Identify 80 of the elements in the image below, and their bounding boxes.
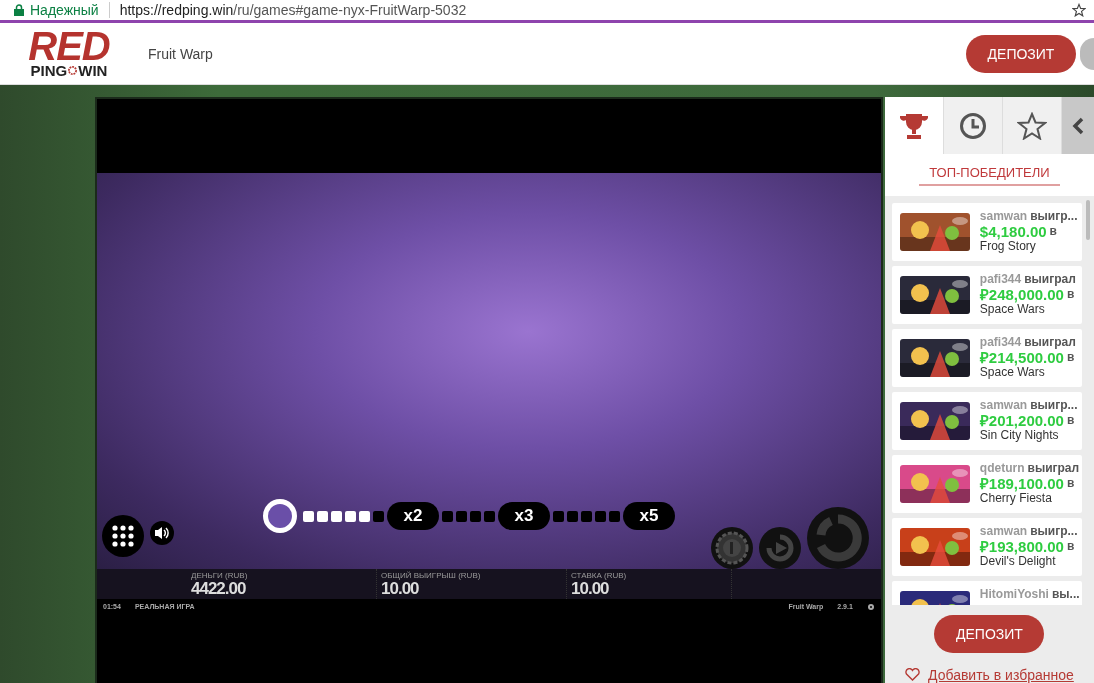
stat-label: ОБЩИЙ ВЫИГРЫШ (RUB) <box>381 571 482 580</box>
chip-icon <box>68 66 78 75</box>
won-label: выигр... <box>1030 209 1078 224</box>
game-title: Fruit Warp <box>148 45 214 62</box>
heart-icon <box>905 668 920 682</box>
game-name: Frog Story <box>979 239 1036 254</box>
game-name: Devil's Delight <box>979 554 1056 569</box>
win-amount: ₽214,500.00 <box>979 350 1064 365</box>
scrollbar-thumb[interactable] <box>1086 200 1090 240</box>
clock-icon <box>958 111 987 140</box>
win-amount: ₽189,100.00 <box>979 476 1064 491</box>
game-name: Space Wars <box>979 302 1045 317</box>
winner-card[interactable]: samwan выигр... $4,180.00 в Frog Story <box>891 203 1082 261</box>
security-label: Надежный <box>30 2 99 18</box>
stat-label: СТАВКА (RUB) <box>571 571 628 580</box>
settings-icon[interactable] <box>866 602 875 611</box>
won-label: выиграл <box>1024 272 1076 287</box>
deposit-button[interactable]: ДЕПОЗИТ <box>934 615 1045 653</box>
win-amount: ₽201,200.00 <box>979 413 1064 428</box>
stat-value: 10.00 <box>571 580 609 597</box>
user-name: pafi344 <box>979 272 1022 287</box>
speaker-icon <box>154 526 170 540</box>
section-heading: ТОП-ПОБЕДИТЕЛИ <box>919 164 1060 186</box>
sound-button[interactable] <box>150 521 174 545</box>
logo-text: WIN <box>78 62 108 79</box>
winner-card[interactable]: samwan выигр... ₽201,200.00 в Sin City Nights <box>891 392 1082 450</box>
won-label: вы... <box>1051 587 1080 602</box>
sidebar-tab[interactable] <box>884 97 944 155</box>
in-label: в <box>1066 539 1075 554</box>
winner-card[interactable]: qdeturn выиграл ₽189,100.00 в Cherry Fiesta <box>891 455 1082 513</box>
game-name: Cherry Fiesta <box>979 491 1052 506</box>
user-name: HitomiYoshi <box>979 587 1049 602</box>
user-name: samwan <box>979 524 1028 539</box>
win-amount: ₽193,800.00 <box>979 539 1064 554</box>
fruit-icon <box>262 499 297 533</box>
star-icon[interactable] <box>1072 3 1086 17</box>
grid-icon <box>112 525 134 547</box>
logo-text: PING <box>30 62 68 79</box>
user-name: samwan <box>979 398 1028 413</box>
winner-card[interactable]: samwan выигр... ₽193,800.00 в Devil's Delight <box>891 518 1082 576</box>
in-label: в <box>1049 224 1057 239</box>
win-amount: $4,180.00 <box>979 224 1047 239</box>
favorite-link[interactable]: Добавить в избранное <box>928 667 1074 683</box>
stat-value: 10.00 <box>381 580 420 597</box>
game-name: Space Wars <box>979 365 1045 380</box>
sidebar-tab[interactable] <box>943 97 1003 155</box>
chevron-left-icon <box>1072 116 1084 135</box>
menu-button[interactable] <box>102 515 144 557</box>
won-label: выиграл <box>1024 335 1076 350</box>
stat-value: 4422.00 <box>191 580 246 597</box>
star-icon <box>1016 111 1047 140</box>
multiplier-badge: x2 <box>386 502 439 530</box>
in-label: в <box>1066 287 1075 302</box>
stat-label: ДЕНЬГИ (RUB) <box>191 571 249 580</box>
coin-icon <box>714 531 749 565</box>
multiplier-badge: x3 <box>497 502 550 530</box>
won-label: выигр... <box>1030 398 1078 413</box>
user-name: qdeturn <box>979 461 1025 476</box>
deposit-button[interactable]: ДЕПОЗИТ <box>966 34 1076 73</box>
win-amount: ₽248,000.00 <box>979 287 1064 302</box>
collapse-button[interactable] <box>1062 97 1094 155</box>
multiplier-badge: x5 <box>622 502 675 530</box>
game-name: Sin City Nights <box>979 428 1059 443</box>
bet-button[interactable] <box>710 527 753 569</box>
winner-card[interactable]: pafi344 выиграл ₽214,500.00 в Space Wars <box>891 329 1082 387</box>
winner-card[interactable]: HitomiYoshi вы... <box>891 581 1082 605</box>
trophy-icon <box>898 112 929 139</box>
won-label: выиграл <box>1027 461 1080 476</box>
lock-icon <box>14 4 24 16</box>
sidebar-tab[interactable] <box>1002 97 1062 155</box>
in-label: в <box>1066 413 1075 428</box>
user-name: pafi344 <box>979 335 1022 350</box>
in-label: в <box>1066 350 1075 365</box>
won-label: выигр... <box>1030 524 1078 539</box>
in-label: в <box>1066 476 1075 491</box>
user-name: samwan <box>979 209 1028 224</box>
url-text: https://redping.win/ru/games#game-nyx-FruitWarp-5032 <box>119 2 467 18</box>
winner-card[interactable]: pafi344 выиграл ₽248,000.00 в Space Wars <box>891 266 1082 324</box>
logo-text[interactable]: RED <box>28 28 110 63</box>
address-bar[interactable]: Надежный https://redping.win/ru/games#game-nyx-FruitWarp-5032 <box>0 0 1094 23</box>
